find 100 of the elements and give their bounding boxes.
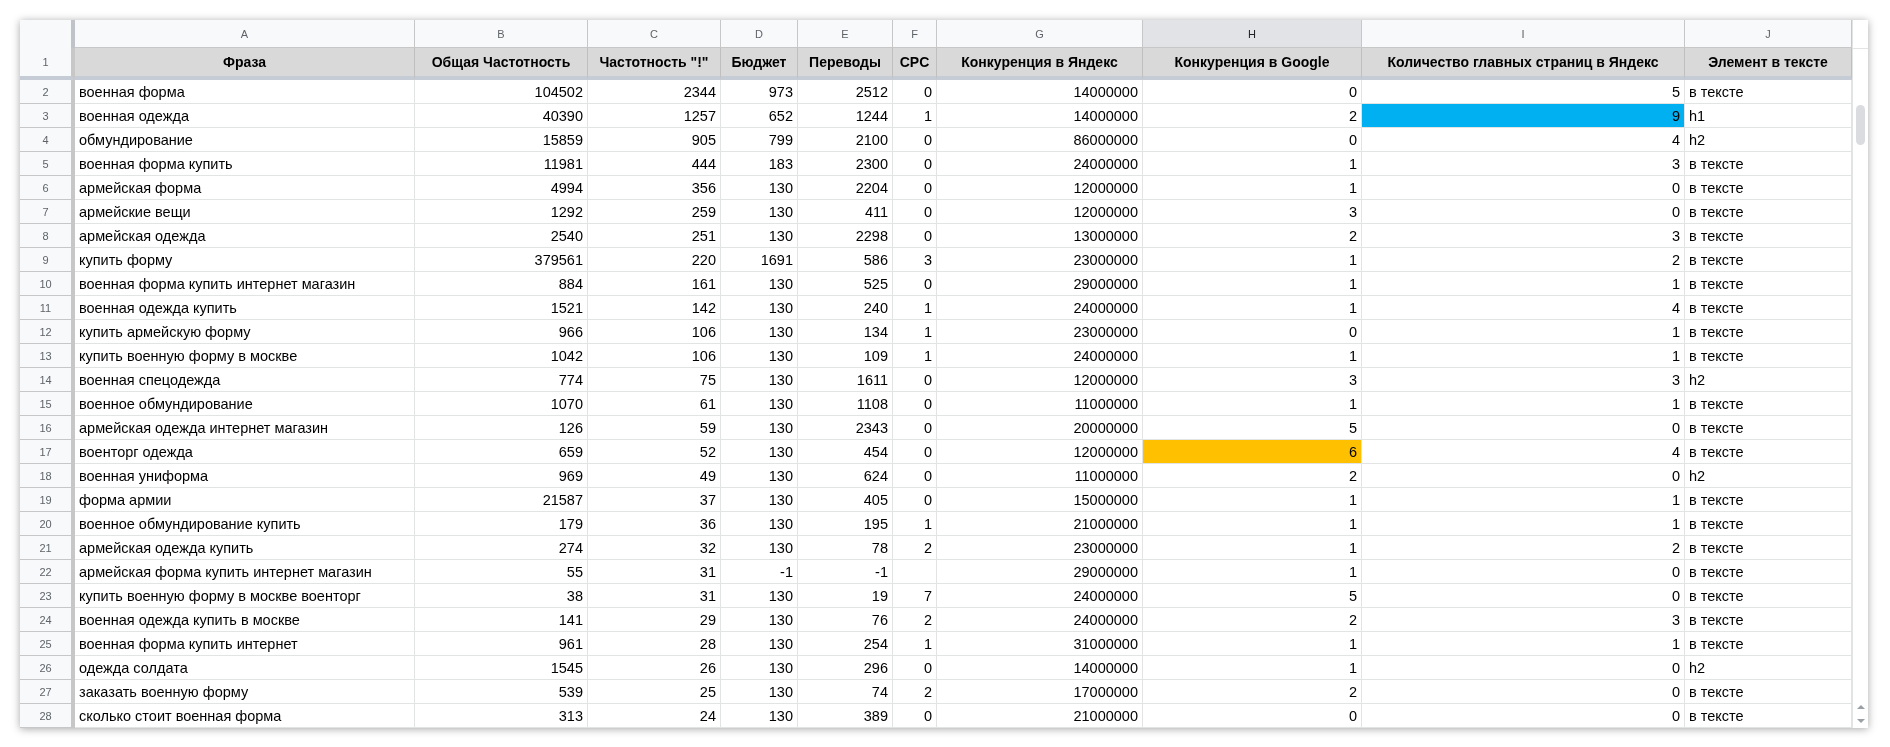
table-cell: 3 [1362, 608, 1685, 632]
table-cell: 1 [1143, 560, 1362, 584]
table-cell: 0 [1362, 416, 1685, 440]
table-cell: 130 [721, 272, 798, 296]
table-cell: 130 [721, 392, 798, 416]
row-header[interactable]: 4 [20, 128, 75, 152]
table-cell: военная форма купить интернет магазин [75, 272, 415, 296]
table-cell: 1292 [415, 200, 588, 224]
row-header[interactable]: 21 [20, 536, 75, 560]
row-header[interactable]: 11 [20, 296, 75, 320]
table-cell: 2 [893, 680, 937, 704]
row-header[interactable]: 3 [20, 104, 75, 128]
table-cell: 20000000 [937, 416, 1143, 440]
select-all-corner[interactable] [20, 20, 75, 49]
row-header[interactable]: 23 [20, 584, 75, 608]
column-header[interactable]: G [937, 20, 1143, 48]
row-header[interactable]: 6 [20, 176, 75, 200]
column-header[interactable]: E [798, 20, 893, 48]
row-header[interactable]: 20 [20, 512, 75, 536]
table-cell: 130 [721, 320, 798, 344]
row-header[interactable]: 15 [20, 392, 75, 416]
row-header[interactable]: 13 [20, 344, 75, 368]
table-cell: 130 [721, 536, 798, 560]
table-cell: 24000000 [937, 344, 1143, 368]
table-cell: 130 [721, 200, 798, 224]
row-header[interactable]: 19 [20, 488, 75, 512]
table-cell: 905 [588, 128, 721, 152]
column-header[interactable]: B [415, 20, 588, 48]
column-header[interactable]: J [1685, 20, 1852, 48]
table-cell: 0 [893, 80, 937, 104]
table-cell: 3 [1143, 200, 1362, 224]
row-header[interactable]: 26 [20, 656, 75, 680]
column-header[interactable]: A [75, 20, 415, 48]
row-header[interactable]: 8 [20, 224, 75, 248]
table-cell: 1257 [588, 104, 721, 128]
table-cell: 411 [798, 200, 893, 224]
table-cell: 76 [798, 608, 893, 632]
row-header[interactable]: 12 [20, 320, 75, 344]
row-header[interactable]: 14 [20, 368, 75, 392]
row-header[interactable]: 27 [20, 680, 75, 704]
table-cell: 1 [1143, 344, 1362, 368]
table-cell: -1 [721, 560, 798, 584]
table-cell: 0 [1362, 176, 1685, 200]
row-header[interactable]: 24 [20, 608, 75, 632]
table-cell: 624 [798, 464, 893, 488]
table-cell: 0 [893, 464, 937, 488]
table-cell: 86000000 [937, 128, 1143, 152]
row-header[interactable]: 22 [20, 560, 75, 584]
row-header[interactable]: 28 [20, 704, 75, 728]
table-cell: 969 [415, 464, 588, 488]
column-header[interactable]: C [588, 20, 721, 48]
table-cell: 961 [415, 632, 588, 656]
table-cell: 1 [893, 296, 937, 320]
column-header[interactable]: I [1362, 20, 1685, 48]
table-cell: 75 [588, 368, 721, 392]
table-cell: 2 [1143, 680, 1362, 704]
table-cell: 55 [415, 560, 588, 584]
row-header[interactable]: 9 [20, 248, 75, 272]
table-cell: 0 [1362, 200, 1685, 224]
table-cell: 1 [1362, 512, 1685, 536]
table-cell: 179 [415, 512, 588, 536]
table-cell: военная униформа [75, 464, 415, 488]
column-header[interactable]: D [721, 20, 798, 48]
row-header[interactable]: 5 [20, 152, 75, 176]
row-header[interactable]: 1 [20, 48, 75, 80]
row-header[interactable]: 2 [20, 80, 75, 104]
table-cell: 4 [1362, 440, 1685, 464]
table-cell: 142 [588, 296, 721, 320]
table-cell: обмундирование [75, 128, 415, 152]
table-header-cell: Общая Частотность [415, 48, 588, 80]
table-cell: 21000000 [937, 512, 1143, 536]
table-cell: 1 [1362, 488, 1685, 512]
table-cell: армейская форма купить интернет магазин [75, 560, 415, 584]
table-cell: военная форма купить интернет [75, 632, 415, 656]
row-header[interactable]: 10 [20, 272, 75, 296]
table-cell: 2 [893, 536, 937, 560]
row-header[interactable]: 7 [20, 200, 75, 224]
table-cell: 0 [893, 656, 937, 680]
scrollbar-thumb[interactable] [1856, 105, 1865, 145]
row-header[interactable]: 18 [20, 464, 75, 488]
table-cell: 0 [893, 176, 937, 200]
column-header[interactable]: F [893, 20, 937, 48]
table-cell: 0 [893, 272, 937, 296]
table-cell: 49 [588, 464, 721, 488]
table-cell: 130 [721, 344, 798, 368]
table-cell: 109 [798, 344, 893, 368]
table-cell: 141 [415, 608, 588, 632]
row-header[interactable]: 16 [20, 416, 75, 440]
table-cell: 13000000 [937, 224, 1143, 248]
table-cell: одежда солдата [75, 656, 415, 680]
table-cell: 1 [893, 344, 937, 368]
row-header[interactable]: 17 [20, 440, 75, 464]
table-cell: армейские вещи [75, 200, 415, 224]
table-cell: 31 [588, 584, 721, 608]
table-cell: военное обмундирование [75, 392, 415, 416]
table-cell: 12000000 [937, 176, 1143, 200]
table-cell: 19 [798, 584, 893, 608]
column-header[interactable]: H [1143, 20, 1362, 48]
table-cell: 59 [588, 416, 721, 440]
row-header[interactable]: 25 [20, 632, 75, 656]
